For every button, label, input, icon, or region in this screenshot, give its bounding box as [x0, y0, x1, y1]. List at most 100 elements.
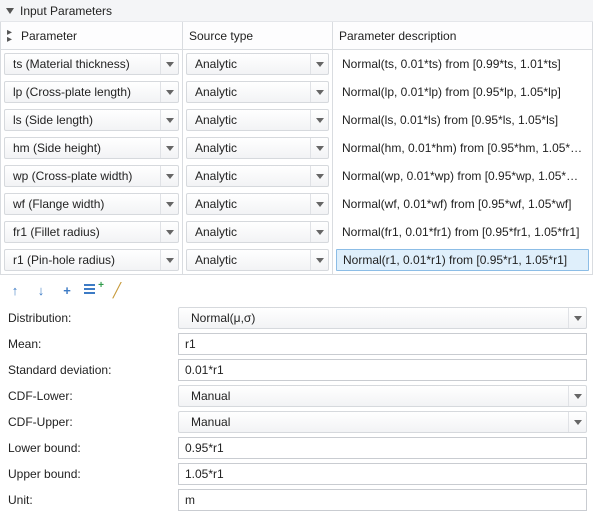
cell-source: Analytic: [183, 162, 333, 190]
description-text: Normal(fr1, 0.01*fr1) from [0.95*fr1, 1.…: [336, 225, 589, 239]
label-mean: Mean:: [6, 337, 174, 351]
table-row[interactable]: ts (Material thickness) Analytic Normal(ts…: [1, 50, 592, 78]
lowerbound-input[interactable]: 0.95*r1: [178, 437, 587, 459]
cell-parameter: lp (Cross-plate length): [1, 78, 183, 106]
source-dropdown[interactable]: Analytic: [186, 249, 329, 271]
cell-description[interactable]: Normal(ls, 0.01*ls) from [0.95*ls, 1.05*…: [333, 106, 592, 134]
description-text: Normal(wp, 0.01*wp) from [0.95*wp, 1.05*…: [336, 169, 589, 183]
parameter-dropdown[interactable]: lp (Cross-plate length): [4, 81, 179, 103]
cell-description[interactable]: Normal(lp, 0.01*lp) from [0.95*lp, 1.05*…: [333, 78, 592, 106]
cell-source: Analytic: [183, 246, 333, 274]
source-dropdown[interactable]: Analytic: [186, 193, 329, 215]
parameter-value: hm (Side height): [13, 141, 160, 155]
cell-description[interactable]: Normal(r1, 0.01*r1) from [0.95*r1, 1.05*…: [333, 246, 592, 274]
parameter-value: wp (Cross-plate width): [13, 169, 160, 183]
cell-source: Analytic: [183, 78, 333, 106]
expand-columns-icon[interactable]: [7, 29, 21, 43]
lowerbound-value: 0.95*r1: [185, 441, 224, 455]
table-header-row: Parameter Source type Parameter descript…: [1, 22, 592, 50]
cell-source: Analytic: [183, 106, 333, 134]
chevron-down-icon: [160, 194, 178, 214]
description-text: Normal(ts, 0.01*ts) from [0.99*ts, 1.01*…: [336, 57, 589, 71]
cell-description[interactable]: Normal(wp, 0.01*wp) from [0.95*wp, 1.05*…: [333, 162, 592, 190]
chevron-down-icon: [568, 308, 586, 328]
source-dropdown[interactable]: Analytic: [186, 165, 329, 187]
source-dropdown[interactable]: Analytic: [186, 137, 329, 159]
cell-source: Analytic: [183, 50, 333, 78]
parameter-dropdown[interactable]: hm (Side height): [4, 137, 179, 159]
col-header-parameter[interactable]: Parameter: [1, 22, 183, 50]
cell-parameter: fr1 (Fillet radius): [1, 218, 183, 246]
table-row[interactable]: wf (Flange width) AnalyticNormal(wf, 0.01…: [1, 190, 592, 218]
field-distribution: Distribution: Normal(μ,σ): [6, 305, 587, 331]
move-up-button[interactable]: [6, 281, 24, 299]
table-row[interactable]: lp (Cross-plate length) AnalyticNormal(lp…: [1, 78, 592, 106]
cdfupper-value: Manual: [187, 415, 568, 429]
chevron-down-icon: [160, 54, 178, 74]
unit-input[interactable]: m: [178, 489, 587, 511]
cell-description[interactable]: Normal(ts, 0.01*ts) from [0.99*ts, 1.01*…: [333, 50, 592, 78]
source-dropdown[interactable]: Analytic: [186, 53, 329, 75]
parameter-value: ls (Side length): [13, 113, 160, 127]
add-row-button[interactable]: [58, 281, 76, 299]
field-cdflower: CDF-Lower: Manual: [6, 383, 587, 409]
chevron-down-icon: [310, 194, 328, 214]
parameter-dropdown[interactable]: r1 (Pin-hole radius): [4, 249, 179, 271]
parameter-value: wf (Flange width): [13, 197, 160, 211]
col-header-source[interactable]: Source type: [183, 22, 333, 50]
label-stddev: Standard deviation:: [6, 363, 174, 377]
cell-parameter: ls (Side length): [1, 106, 183, 134]
move-down-button[interactable]: [32, 281, 50, 299]
source-value: Analytic: [195, 141, 310, 155]
source-dropdown[interactable]: Analytic: [186, 109, 329, 131]
col-header-description[interactable]: Parameter description: [333, 22, 592, 50]
table-row[interactable]: wp (Cross-plate width) Analytic Normal(wp,…: [1, 162, 592, 190]
distribution-dropdown[interactable]: Normal(μ,σ): [178, 307, 587, 329]
table-row[interactable]: r1 (Pin-hole radius) Analytic Normal(r1, 0…: [1, 246, 592, 274]
chevron-down-icon: [160, 110, 178, 130]
label-lowerbound: Lower bound:: [6, 441, 174, 455]
cell-description[interactable]: Normal(fr1, 0.01*fr1) from [0.95*fr1, 1.…: [333, 218, 592, 246]
field-cdfupper: CDF-Upper: Manual: [6, 409, 587, 435]
add-from-list-button[interactable]: [84, 283, 100, 297]
parameter-value: lp (Cross-plate length): [13, 85, 160, 99]
field-upperbound: Upper bound: 1.05*r1: [6, 461, 587, 487]
cell-description[interactable]: Normal(wf, 0.01*wf) from [0.95*wf, 1.05*…: [333, 190, 592, 218]
description-text: Normal(r1, 0.01*r1) from [0.95*r1, 1.05*…: [336, 249, 589, 271]
cdflower-dropdown[interactable]: Manual: [178, 385, 587, 407]
table-row[interactable]: hm (Side height) Analytic Normal(hm, 0.01*…: [1, 134, 592, 162]
source-dropdown[interactable]: Analytic: [186, 221, 329, 243]
label-cdflower: CDF-Lower:: [6, 389, 174, 403]
chevron-down-icon: [160, 166, 178, 186]
table-row[interactable]: fr1 (Fillet radius) Analytic Normal(fr1, 0…: [1, 218, 592, 246]
label-unit: Unit:: [6, 493, 174, 507]
chevron-down-icon: [310, 166, 328, 186]
mean-value: r1: [185, 337, 196, 351]
upperbound-input[interactable]: 1.05*r1: [178, 463, 587, 485]
unit-value: m: [185, 493, 195, 507]
cell-parameter: wp (Cross-plate width): [1, 162, 183, 190]
parameter-dropdown[interactable]: ts (Material thickness): [4, 53, 179, 75]
parameter-dropdown[interactable]: wf (Flange width): [4, 193, 179, 215]
chevron-down-icon: [310, 138, 328, 158]
cell-parameter: hm (Side height): [1, 134, 183, 162]
cell-description[interactable]: Normal(hm, 0.01*hm) from [0.95*hm, 1.05*…: [333, 134, 592, 162]
chevron-down-icon: [160, 222, 178, 242]
cell-parameter: wf (Flange width): [1, 190, 183, 218]
clear-button[interactable]: [108, 281, 126, 299]
parameters-table: Parameter Source type Parameter descript…: [0, 22, 593, 275]
parameter-dropdown[interactable]: ls (Side length): [4, 109, 179, 131]
table-row[interactable]: ls (Side length) AnalyticNormal(ls, 0.01*…: [1, 106, 592, 134]
upperbound-value: 1.05*r1: [185, 467, 224, 481]
stddev-input[interactable]: 0.01*r1: [178, 359, 587, 381]
section-header[interactable]: Input Parameters: [0, 0, 593, 22]
cell-parameter: ts (Material thickness): [1, 50, 183, 78]
source-dropdown[interactable]: Analytic: [186, 81, 329, 103]
stddev-value: 0.01*r1: [185, 363, 224, 377]
section-title: Input Parameters: [20, 4, 112, 18]
col-header-source-label: Source type: [189, 29, 253, 43]
parameter-dropdown[interactable]: wp (Cross-plate width): [4, 165, 179, 187]
mean-input[interactable]: r1: [178, 333, 587, 355]
cdfupper-dropdown[interactable]: Manual: [178, 411, 587, 433]
parameter-dropdown[interactable]: fr1 (Fillet radius): [4, 221, 179, 243]
